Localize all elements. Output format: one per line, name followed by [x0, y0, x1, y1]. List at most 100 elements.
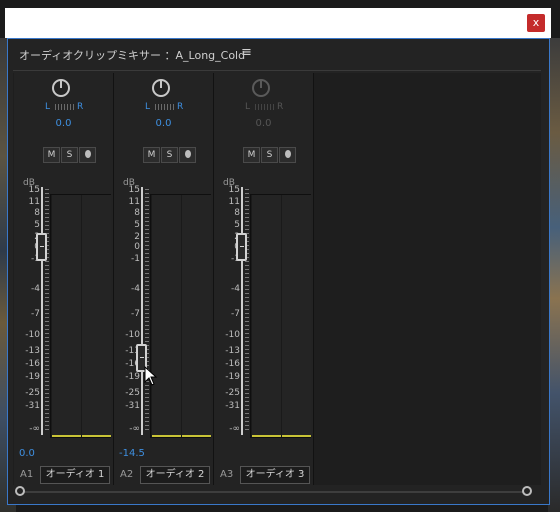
volume-fader-handle[interactable] [36, 233, 47, 261]
solo-button[interactable]: S [161, 147, 178, 163]
db-scale-label: -∞ [229, 424, 240, 434]
meter-channel-right [282, 195, 311, 437]
pan-left-label: L [245, 102, 251, 112]
db-scale-label: -16 [225, 359, 240, 369]
db-scale-label: 15 [28, 185, 40, 195]
meter-channel-right [82, 195, 111, 437]
level-meter [250, 194, 311, 438]
pan-left-label: L [145, 102, 151, 112]
pan-knob[interactable] [252, 79, 270, 97]
track-id: A2 [120, 469, 134, 480]
db-scale-label: 5 [34, 220, 40, 230]
fader-ruler [245, 189, 249, 433]
db-scale-label: -25 [25, 388, 40, 398]
mute-button[interactable]: M [243, 147, 260, 163]
db-scale-label: 5 [134, 220, 140, 230]
pan-right-label: R [77, 102, 84, 112]
solo-button[interactable]: S [261, 147, 278, 163]
db-scale-label: -13 [225, 346, 240, 356]
pan-scale [255, 104, 275, 110]
fader-track[interactable] [41, 187, 43, 435]
pan-knob[interactable] [152, 79, 170, 97]
fader-ruler [145, 189, 149, 433]
meter-channel-left [52, 195, 81, 437]
track-strip-a3: LR0.0MSdB15118520-1-4-7-10-13-16-19-25-3… [214, 73, 314, 485]
db-scale: 15118520-1-4-7-10-13-16-19-25-31-∞ [214, 73, 240, 485]
track-strip-a1: LR0.0MSdB15118520-1-4-7-10-13-16-19-25-3… [14, 73, 114, 485]
fader-track[interactable] [141, 187, 143, 435]
db-scale-label: 0 [134, 242, 140, 252]
db-scale-label: -25 [125, 388, 140, 398]
db-scale-label: 15 [128, 185, 140, 195]
volume-value[interactable]: 0.0 [19, 448, 35, 459]
record-button[interactable] [79, 147, 96, 163]
pan-right-label: R [177, 102, 184, 112]
db-scale-label: -∞ [129, 424, 140, 434]
db-scale-label: -31 [225, 401, 240, 411]
volume-value[interactable]: -14.5 [119, 448, 145, 459]
fader-ruler [45, 189, 49, 433]
db-scale-label: -4 [231, 284, 240, 294]
solo-button[interactable]: S [61, 147, 78, 163]
db-scale-label: -7 [31, 309, 40, 319]
pan-knob[interactable] [52, 79, 70, 97]
horizontal-scrollbar[interactable] [13, 486, 541, 498]
db-scale-label: 11 [228, 197, 240, 207]
track-name-button[interactable]: オーディオ 1 [40, 466, 110, 484]
db-scale-label: 5 [234, 220, 240, 230]
db-scale-label: 2 [134, 232, 140, 242]
record-button[interactable] [279, 147, 296, 163]
panel-menu-icon[interactable]: ≡ [241, 45, 252, 60]
meter-channel-right [182, 195, 211, 437]
db-scale-label: -4 [131, 284, 140, 294]
db-scale-label: -13 [25, 346, 40, 356]
db-scale-label: -10 [25, 330, 40, 340]
window-titlebar: x [5, 8, 551, 38]
level-meter [150, 194, 211, 438]
volume-fader-handle[interactable] [236, 233, 247, 261]
pan-right-label: R [277, 102, 284, 112]
db-scale-label: -19 [225, 372, 240, 382]
db-scale-label: -7 [131, 309, 140, 319]
db-scale-label: -19 [125, 372, 140, 382]
mouse-cursor-icon [144, 366, 158, 386]
pan-left-label: L [45, 102, 51, 112]
close-button[interactable]: x [527, 14, 545, 32]
meter-channel-left [152, 195, 181, 437]
record-icon [284, 149, 291, 158]
scroll-right-handle[interactable] [522, 486, 532, 496]
track-name-button[interactable]: オーディオ 3 [240, 466, 310, 484]
db-scale-label: 15 [228, 185, 240, 195]
db-scale-label: -10 [125, 330, 140, 340]
track-name-button[interactable]: オーディオ 2 [140, 466, 210, 484]
divider [13, 70, 541, 71]
track-id: A3 [220, 469, 234, 480]
pan-scale [155, 104, 175, 110]
db-scale-label: 11 [28, 197, 40, 207]
db-scale-label: -31 [25, 401, 40, 411]
pan-scale [55, 104, 75, 110]
db-scale-label: 8 [134, 208, 140, 218]
db-scale-label: -1 [131, 254, 140, 264]
db-scale-label: 8 [34, 208, 40, 218]
record-button[interactable] [179, 147, 196, 163]
mixer-strips: LR0.0MSdB15118520-1-4-7-10-13-16-19-25-3… [13, 73, 541, 485]
audio-clip-mixer-panel: オーディオクリップミキサー ：A_Long_Cold ≡ L R 0.0 M SdB 15… [7, 38, 550, 505]
mute-button[interactable]: M [43, 147, 60, 163]
track-id: A1 [20, 469, 34, 480]
db-scale-label: 11 [128, 197, 140, 207]
db-scale-label: 8 [234, 208, 240, 218]
db-scale-label: -7 [231, 309, 240, 319]
mute-button[interactable]: M [143, 147, 160, 163]
db-scale-label: -4 [31, 284, 40, 294]
db-scale: 15118520-1-4-7-10-13-16-19-25-31-∞ [114, 73, 140, 485]
db-scale: 15118520-1-4-7-10-13-16-19-25-31-∞ [14, 73, 40, 485]
fader-track[interactable] [241, 187, 243, 435]
scroll-left-handle[interactable] [15, 486, 25, 496]
level-meter [50, 194, 111, 438]
panel-header: オーディオクリップミキサー ：A_Long_Cold ≡ [8, 39, 549, 69]
scrollbar-track[interactable] [21, 491, 531, 493]
db-scale-label: -31 [125, 401, 140, 411]
db-scale-label: -16 [25, 359, 40, 369]
db-scale-label: -19 [25, 372, 40, 382]
